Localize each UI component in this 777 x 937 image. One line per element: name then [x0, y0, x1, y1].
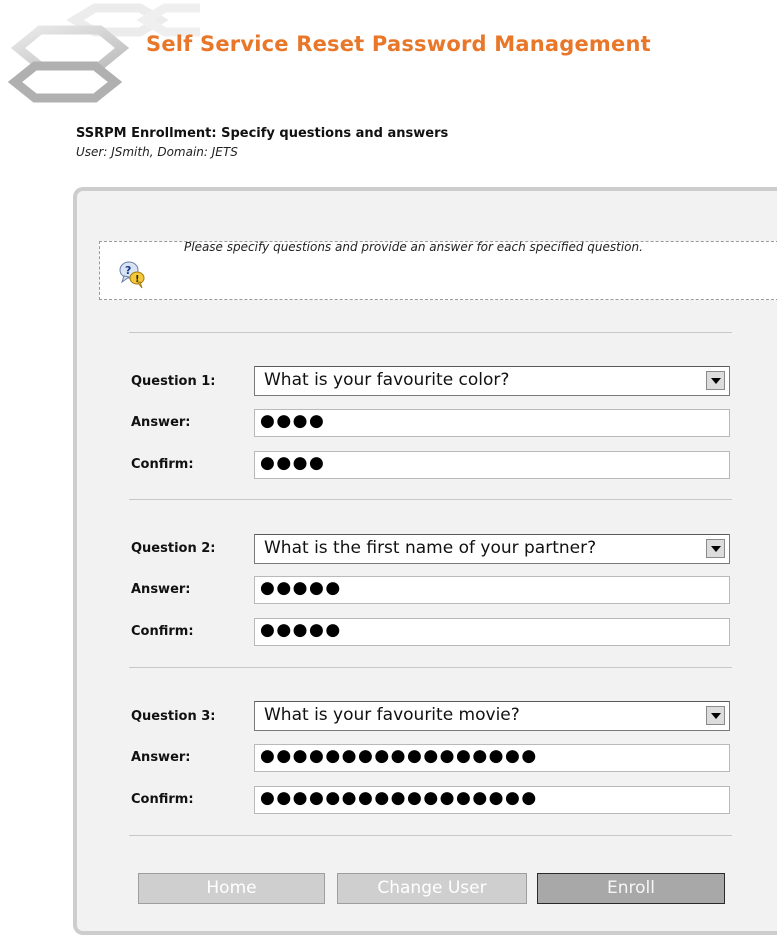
answer-1-label: Answer: [131, 415, 191, 430]
answer-2-value: ●●●●● [260, 578, 342, 598]
answer-3-field[interactable]: ●●●●●●●●●●●●●●●●● [254, 744, 730, 772]
svg-text:!: ! [135, 274, 140, 285]
confirm-1-value: ●●●● [260, 453, 326, 473]
page-title: SSRPM Enrollment: Specify questions and … [76, 126, 449, 141]
chevron-down-icon[interactable] [706, 371, 725, 390]
confirm-1-label: Confirm: [131, 457, 194, 472]
info-text: Please specify questions and provide an … [184, 240, 643, 254]
separator [129, 667, 732, 668]
confirm-3-value: ●●●●●●●●●●●●●●●●● [260, 788, 538, 808]
home-button[interactable]: Home [138, 873, 325, 904]
confirm-2-field[interactable]: ●●●●● [254, 618, 730, 646]
answer-1-value: ●●●● [260, 411, 326, 431]
answer-3-label: Answer: [131, 750, 191, 765]
question-3-label: Question 3: [131, 709, 216, 724]
chevron-down-icon[interactable] [706, 539, 725, 558]
question-2-select[interactable]: What is the first name of your partner? [254, 534, 730, 564]
answer-1-field[interactable]: ●●●● [254, 409, 730, 437]
question-3-selected: What is your favourite movie? [264, 705, 520, 725]
info-box: ? ! Please specify questions and provide… [99, 240, 777, 300]
question-1-select[interactable]: What is your favourite color? [254, 366, 730, 396]
help-bubble-icon: ? ! [118, 260, 146, 289]
question-1-label: Question 1: [131, 374, 216, 389]
chevron-down-icon[interactable] [706, 706, 725, 725]
answer-3-value: ●●●●●●●●●●●●●●●●● [260, 746, 538, 766]
confirm-1-field[interactable]: ●●●● [254, 451, 730, 479]
question-1-selected: What is your favourite color? [264, 370, 510, 390]
confirm-3-label: Confirm: [131, 792, 194, 807]
separator [129, 332, 732, 333]
answer-2-field[interactable]: ●●●●● [254, 576, 730, 604]
question-2-label: Question 2: [131, 541, 216, 556]
user-domain-line: User: JSmith, Domain: JETS [76, 145, 238, 159]
confirm-2-value: ●●●●● [260, 620, 342, 640]
question-3-select[interactable]: What is your favourite movie? [254, 701, 730, 731]
question-2-selected: What is the first name of your partner? [264, 538, 597, 558]
separator [129, 835, 732, 836]
brand-title: Self Service Reset Password Management [146, 32, 651, 56]
answer-2-label: Answer: [131, 582, 191, 597]
separator [129, 499, 732, 500]
change-user-button[interactable]: Change User [337, 873, 527, 904]
enroll-button[interactable]: Enroll [537, 873, 725, 904]
confirm-2-label: Confirm: [131, 624, 194, 639]
confirm-3-field[interactable]: ●●●●●●●●●●●●●●●●● [254, 786, 730, 814]
